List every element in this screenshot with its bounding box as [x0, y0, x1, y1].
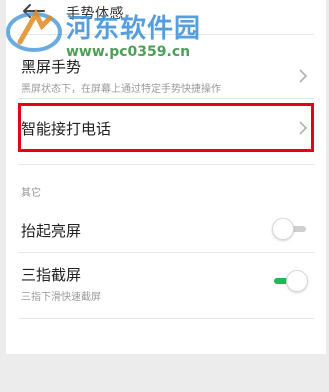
section-divider	[18, 164, 314, 165]
three-finger-screenshot-label: 三指截屏	[21, 266, 82, 284]
item-divider	[18, 252, 314, 253]
toggle-knob	[286, 270, 308, 292]
item-divider	[18, 98, 314, 99]
watermark: 河东软件园 www.pc0359.cn	[6, 2, 246, 72]
raise-to-wake-toggle[interactable]	[272, 218, 308, 240]
item-divider	[18, 318, 314, 319]
black-screen-gesture-subtitle: 黑屏状态下，在屏幕上通过特定手势快捷操作	[21, 84, 221, 95]
raise-to-wake-label: 抬起亮屏	[21, 222, 82, 240]
toggle-knob	[272, 218, 294, 240]
section-header-other: 其它	[21, 188, 41, 199]
three-finger-screenshot-subtitle: 三指下滑快速截屏	[21, 292, 101, 303]
watermark-site-name: 河东软件园	[66, 14, 202, 44]
three-finger-screenshot-toggle[interactable]	[272, 270, 308, 292]
three-finger-screenshot-item[interactable]: 三指截屏 三指下滑快速截屏	[6, 258, 326, 306]
highlight-box	[18, 103, 314, 152]
settings-page: 手势体感 黑屏手势 黑屏状态下，在屏幕上通过特定手势快捷操作 智能接打电话 其它…	[6, 0, 326, 354]
watermark-url: www.pc0359.cn	[66, 44, 191, 60]
watermark-logo-icon	[6, 8, 62, 52]
chevron-right-icon	[299, 69, 308, 83]
raise-to-wake-item[interactable]: 抬起亮屏	[6, 212, 326, 248]
